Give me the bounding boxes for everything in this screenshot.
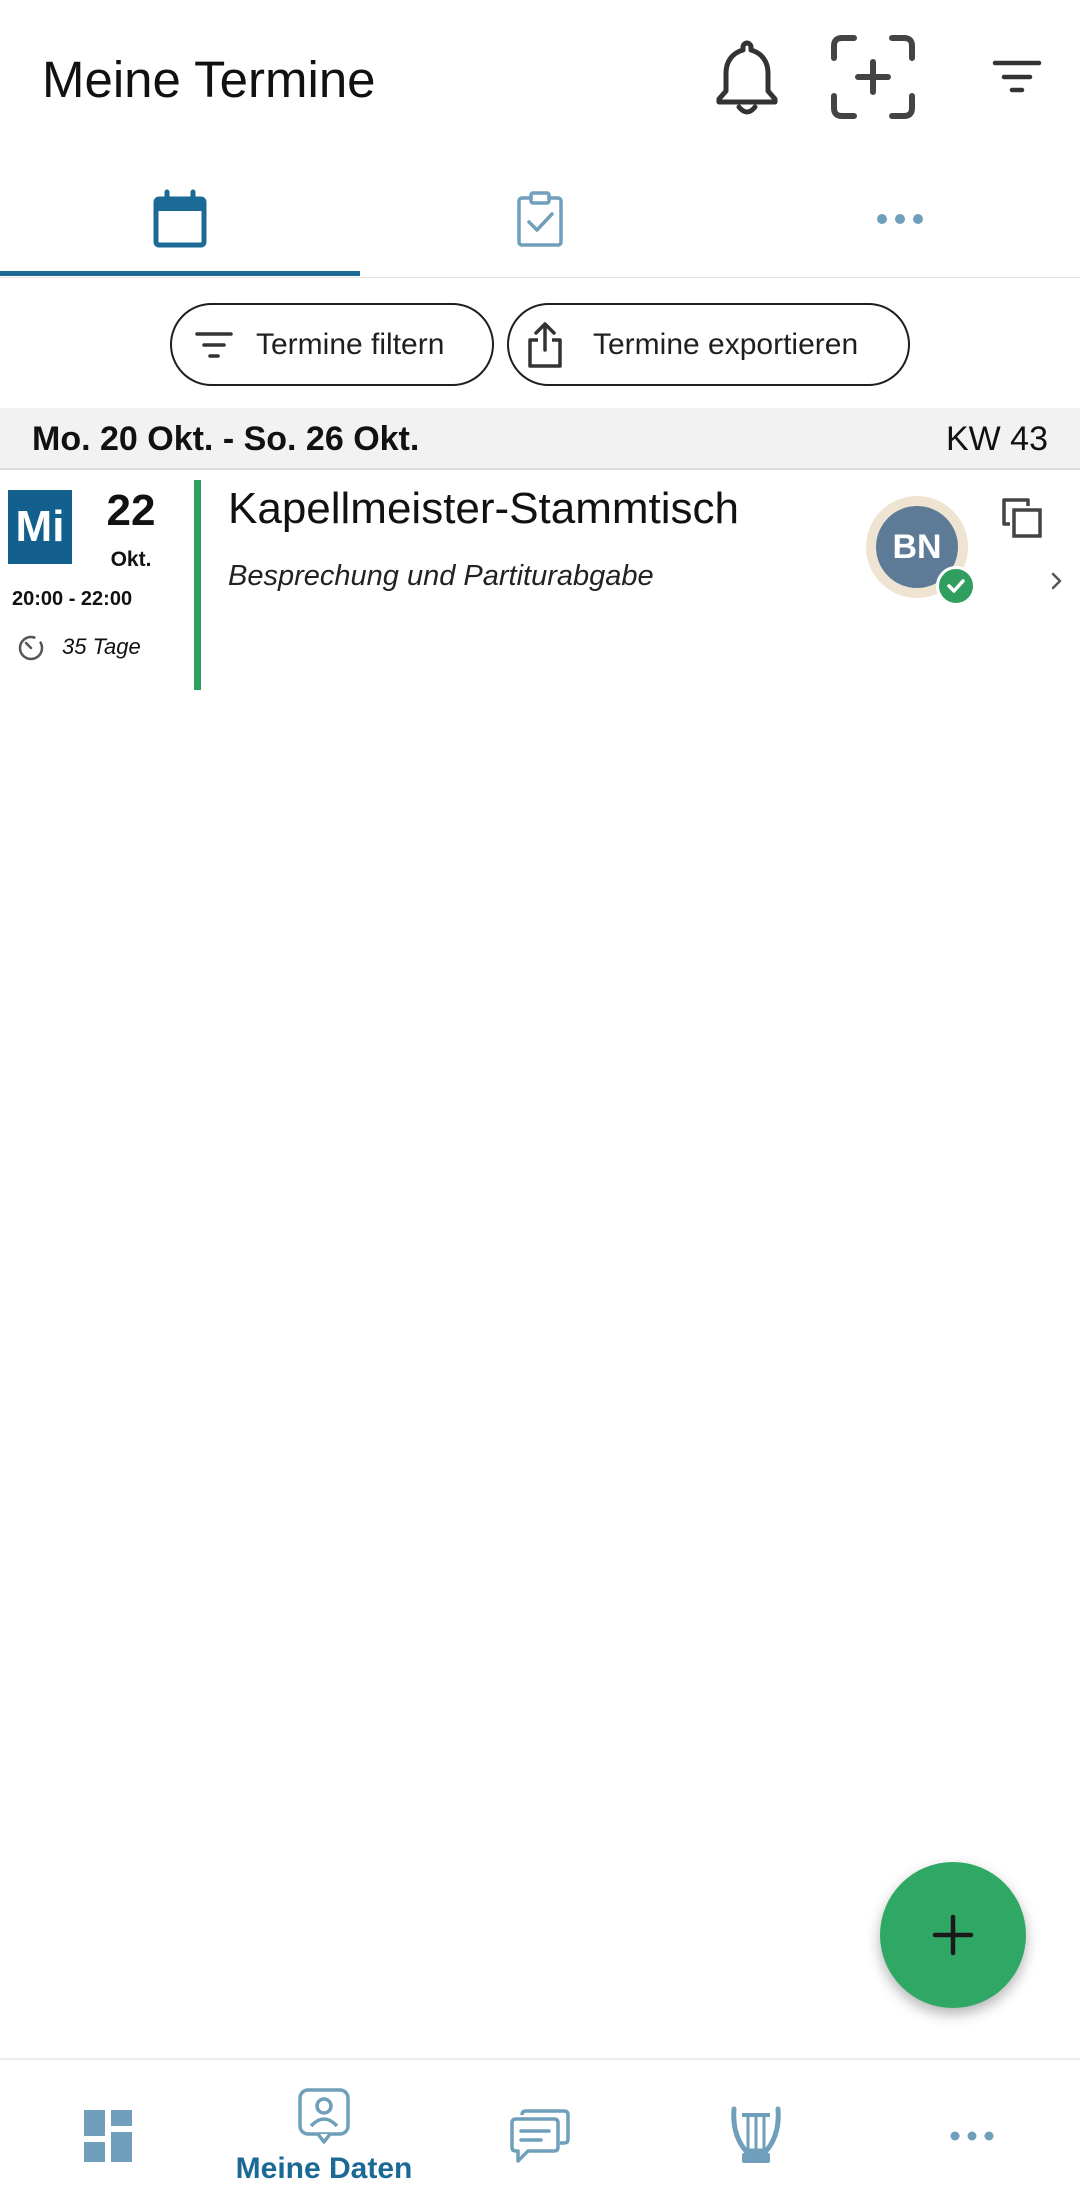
nav-chat[interactable]: [432, 2060, 648, 2209]
share-icon: [528, 321, 562, 368]
tab-more[interactable]: [720, 160, 1080, 278]
chevron-right-icon: [1051, 572, 1062, 590]
add-scan-icon: [831, 35, 915, 119]
clipboard-check-icon: [517, 191, 563, 247]
filter-button[interactable]: [972, 32, 1062, 122]
profile-card-icon: [298, 2087, 350, 2144]
active-tab-indicator: [0, 271, 360, 276]
filter-events-label: Termine filtern: [256, 327, 445, 361]
tab-bar: [0, 160, 1080, 278]
more-horizontal-icon: [950, 2131, 994, 2140]
calendar-week: KW 43: [945, 420, 1048, 458]
event-month: Okt.: [110, 548, 152, 571]
lyre-icon: [731, 2106, 781, 2163]
event-status-bar: [194, 480, 201, 690]
tab-calendar[interactable]: [0, 160, 360, 278]
more-horizontal-icon: [877, 214, 923, 224]
weekday-badge: Mi: [8, 490, 72, 564]
nav-my-data[interactable]: Meine Daten: [216, 2060, 432, 2209]
filter-icon: [992, 60, 1042, 93]
event-list-item[interactable]: Mi 22 Okt. 20:00 - 22:00 35 Tage Kapellm…: [0, 472, 1080, 692]
filter-icon: [195, 331, 233, 358]
week-range: Mo. 20 Okt. - So. 26 Okt.: [32, 420, 420, 458]
add-event-button[interactable]: [880, 1862, 1026, 2008]
confirmed-check-icon: [936, 566, 976, 606]
tab-tasks[interactable]: [360, 160, 720, 278]
event-subtitle: Besprechung und Partiturabgabe: [228, 560, 654, 592]
nav-dashboard[interactable]: [0, 2060, 216, 2209]
add-scan-button[interactable]: [828, 32, 918, 122]
dashboard-icon: [84, 2109, 132, 2162]
event-time: 20:00 - 22:00: [12, 588, 133, 610]
chat-icon: [510, 2108, 570, 2163]
bell-icon: [716, 40, 778, 115]
action-chips: Termine filtern Termine exportieren: [0, 300, 1080, 390]
notifications-button[interactable]: [702, 32, 792, 122]
export-events-label: Termine exportieren: [593, 327, 859, 361]
page-title: Meine Termine: [42, 51, 376, 108]
plus-icon: [932, 1914, 974, 1956]
filter-events-chip[interactable]: Termine filtern: [170, 303, 494, 386]
bottom-navigation: Meine Daten: [0, 2058, 1080, 2209]
nav-more[interactable]: [864, 2060, 1080, 2209]
nav-music[interactable]: [648, 2060, 864, 2209]
export-events-chip[interactable]: Termine exportieren: [507, 303, 910, 386]
nav-my-data-label: Meine Daten: [235, 2151, 413, 2185]
timer-icon: [18, 635, 44, 661]
event-title: Kapellmeister-Stammtisch: [228, 484, 740, 533]
week-header: Mo. 20 Okt. - So. 26 Okt. KW 43: [0, 408, 1080, 470]
event-day: 22: [106, 486, 156, 535]
calendar-icon: [153, 189, 207, 248]
copy-icon[interactable]: [1000, 496, 1044, 540]
event-countdown: 35 Tage: [62, 634, 141, 659]
app-bar: Meine Termine: [0, 0, 1080, 160]
